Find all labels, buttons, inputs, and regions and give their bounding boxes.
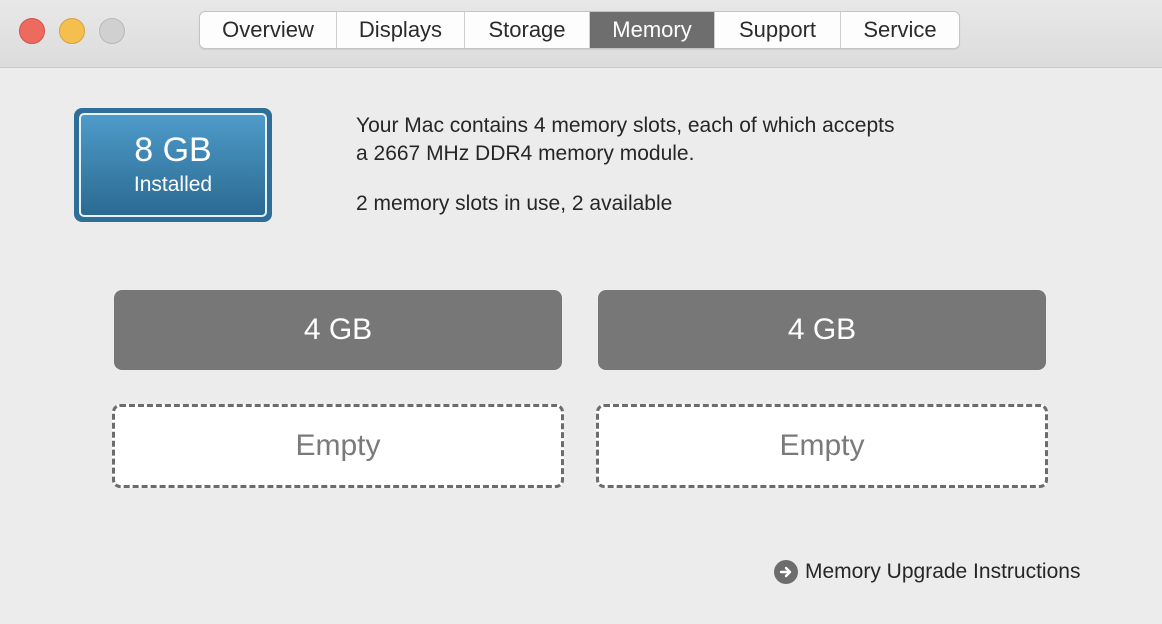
memory-description: Your Mac contains 4 memory slots, each o… [356,112,1056,168]
minimize-window-button[interactable] [59,18,85,44]
memory-upgrade-instructions-link[interactable]: Memory Upgrade Instructions [774,560,1080,584]
tab-support[interactable]: Support [715,12,841,48]
memory-upgrade-instructions-label: Memory Upgrade Instructions [805,560,1081,583]
memory-description-line1: Your Mac contains 4 memory slots, each o… [356,114,895,137]
zoom-window-button[interactable] [99,18,125,44]
tab-displays[interactable]: Displays [337,12,465,48]
installed-memory-label: Installed [133,173,213,196]
arrow-circle-right-icon [774,560,798,584]
tab-storage[interactable]: Storage [465,12,590,48]
installed-memory-size: 8 GB [134,131,212,169]
memory-slot-4: Empty [596,404,1048,488]
about-this-mac-window: Overview Displays Storage Memory Support… [0,0,1162,624]
memory-slot-2: 4 GB [598,290,1046,370]
memory-slot-usage: 2 memory slots in use, 2 available [356,192,673,215]
memory-description-line2: a 2667 MHz DDR4 memory module. [356,142,695,165]
close-window-button[interactable] [19,18,45,44]
tab-overview[interactable]: Overview [200,12,337,48]
memory-slot-1: 4 GB [114,290,562,370]
title-bar: Overview Displays Storage Memory Support… [0,0,1162,68]
tab-memory[interactable]: Memory [590,12,715,48]
tab-bar: Overview Displays Storage Memory Support… [199,11,960,49]
tab-service[interactable]: Service [841,12,959,48]
memory-slot-3: Empty [112,404,564,488]
installed-memory-inner: 8 GB Installed [79,113,267,217]
installed-memory-badge: 8 GB Installed [74,108,272,222]
